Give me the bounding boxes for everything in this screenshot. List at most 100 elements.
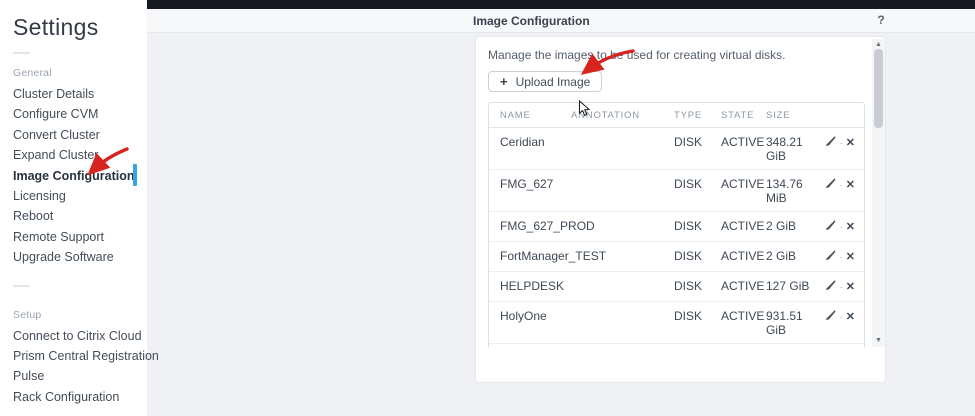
- cell-state: ACTIVE: [721, 241, 766, 271]
- cell-state: ACTIVE: [721, 169, 766, 211]
- delete-x-icon[interactable]: ✕: [846, 178, 855, 192]
- cell-name: Ceridian: [489, 128, 571, 169]
- panel-header: Image Configuration ?: [147, 9, 975, 33]
- cell-type: DISK: [674, 128, 721, 169]
- delete-x-icon[interactable]: ✕: [846, 136, 855, 150]
- delete-x-icon[interactable]: ✕: [846, 310, 855, 324]
- sidebar-title: Settings: [13, 14, 147, 41]
- cell-annotation: [571, 128, 674, 169]
- cell-actions: ·✕: [816, 271, 864, 301]
- settings-page: Settings General Cluster DetailsConfigure…: [0, 0, 975, 416]
- card-scrollbar-thumb[interactable]: [874, 49, 883, 128]
- table-row: ISYS-TSDISKACTIVE519.89 GiB·✕: [489, 343, 864, 347]
- cell-name: HolyOne: [489, 301, 571, 343]
- cell-name: FortManager_TEST: [489, 241, 571, 271]
- table-row: FortManager_TESTDISKACTIVE2 GiB·✕: [489, 241, 864, 271]
- delete-x-icon[interactable]: ✕: [846, 250, 855, 264]
- table-row: FMG_627DISKACTIVE134.76 MiB·✕: [489, 169, 864, 211]
- edit-pencil-icon[interactable]: [826, 219, 836, 233]
- cell-size: 2 GiB: [766, 241, 816, 271]
- sidebar-item-rack-configuration[interactable]: Rack Configuration: [0, 387, 147, 407]
- sidebar-item-remote-support[interactable]: Remote Support: [0, 227, 147, 247]
- sidebar-item-convert-cluster[interactable]: Convert Cluster: [0, 125, 147, 145]
- sidebar-item-connect-to-citrix-cloud[interactable]: Connect to Citrix Cloud: [0, 326, 147, 346]
- cell-type: DISK: [674, 343, 721, 347]
- column-header-size: SIZE: [766, 103, 816, 128]
- action-separator: ·: [836, 312, 845, 323]
- action-separator: ·: [836, 222, 845, 233]
- sidebar-divider: [13, 285, 30, 287]
- sidebar-divider: [13, 52, 30, 54]
- column-header-name: NAME: [489, 103, 571, 128]
- cell-state: ACTIVE: [721, 343, 766, 347]
- table-row: HolyOneDISKACTIVE931.51 GiB·✕: [489, 301, 864, 343]
- settings-sidebar: Settings General Cluster DetailsConfigure…: [0, 0, 147, 416]
- table-header-row: NAME ANNOTATION TYPE STATE SIZE: [489, 103, 864, 128]
- sidebar-item-prism-central-registration[interactable]: Prism Central Registration: [0, 346, 147, 366]
- sidebar-sections: General Cluster DetailsConfigure CVMConve…: [0, 52, 147, 407]
- selected-item-indicator: [133, 164, 137, 186]
- edit-pencil-icon[interactable]: [826, 135, 836, 149]
- column-header-state: STATE: [721, 103, 766, 128]
- cell-type: DISK: [674, 301, 721, 343]
- table-row: CeridianDISKACTIVE348.21 GiB·✕: [489, 128, 864, 169]
- column-header-actions: [816, 103, 864, 128]
- cell-type: DISK: [674, 271, 721, 301]
- cell-size: 127 GiB: [766, 271, 816, 301]
- cell-type: DISK: [674, 211, 721, 241]
- edit-pencil-icon[interactable]: [826, 249, 836, 263]
- sidebar-item-cluster-details[interactable]: Cluster Details: [0, 84, 147, 104]
- upload-image-label: Upload Image: [516, 75, 591, 89]
- sidebar-item-image-configuration[interactable]: Image Configuration: [0, 166, 147, 186]
- top-dark-bar: [147, 0, 975, 9]
- cell-name: FMG_627: [489, 169, 571, 211]
- action-separator: ·: [836, 282, 845, 293]
- cell-actions: ·✕: [816, 169, 864, 211]
- delete-x-icon[interactable]: ✕: [846, 220, 855, 234]
- cell-actions: ·✕: [816, 128, 864, 169]
- images-table: NAME ANNOTATION TYPE STATE SIZE Ceridian…: [488, 102, 865, 347]
- panel-title: Image Configuration: [473, 14, 590, 28]
- nav-list: Connect to Citrix CloudPrism Central Reg…: [0, 326, 147, 408]
- cell-annotation: [571, 169, 674, 211]
- sidebar-item-reboot[interactable]: Reboot: [0, 206, 147, 226]
- column-header-annotation: ANNOTATION: [571, 103, 674, 128]
- cell-state: ACTIVE: [721, 128, 766, 169]
- image-configuration-card: Manage the images to be used for creatin…: [475, 36, 886, 383]
- cell-annotation: [571, 271, 674, 301]
- cell-actions: ·✕: [816, 241, 864, 271]
- cell-size: 519.89 GiB: [766, 343, 816, 347]
- table-row: HELPDESKDISKACTIVE127 GiB·✕: [489, 271, 864, 301]
- cell-type: DISK: [674, 241, 721, 271]
- cell-type: DISK: [674, 169, 721, 211]
- cell-annotation: [571, 301, 674, 343]
- cell-state: ACTIVE: [721, 301, 766, 343]
- card-scroll-down-icon[interactable]: ▼: [872, 336, 885, 346]
- upload-image-button[interactable]: + Upload Image: [488, 71, 602, 92]
- column-header-type: TYPE: [674, 103, 721, 128]
- sidebar-item-configure-cvm[interactable]: Configure CVM: [0, 104, 147, 124]
- card-viewport: Manage the images to be used for creatin…: [476, 37, 870, 347]
- section-label-general: General: [13, 67, 147, 79]
- cell-size: 134.76 MiB: [766, 169, 816, 211]
- section-label-setup: Setup: [13, 309, 147, 321]
- card-description: Manage the images to be used for creatin…: [488, 48, 870, 62]
- cell-actions: ·✕: [816, 301, 864, 343]
- sidebar-item-upgrade-software[interactable]: Upgrade Software: [0, 247, 147, 267]
- edit-pencil-icon[interactable]: [826, 177, 836, 191]
- cell-name: FMG_627_PROD: [489, 211, 571, 241]
- cell-size: 2 GiB: [766, 211, 816, 241]
- cell-name: HELPDESK: [489, 271, 571, 301]
- sidebar-item-licensing[interactable]: Licensing: [0, 186, 147, 206]
- edit-pencil-icon[interactable]: [826, 309, 836, 323]
- help-icon[interactable]: ?: [874, 13, 888, 29]
- cell-size: 931.51 GiB: [766, 301, 816, 343]
- action-separator: ·: [836, 180, 845, 191]
- sidebar-item-expand-cluster[interactable]: Expand Cluster: [0, 145, 147, 165]
- action-separator: ·: [836, 252, 845, 263]
- cell-actions: ·✕: [816, 211, 864, 241]
- delete-x-icon[interactable]: ✕: [846, 280, 855, 294]
- edit-pencil-icon[interactable]: [826, 279, 836, 293]
- table-row: FMG_627_PRODDISKACTIVE2 GiB·✕: [489, 211, 864, 241]
- sidebar-item-pulse[interactable]: Pulse: [0, 366, 147, 386]
